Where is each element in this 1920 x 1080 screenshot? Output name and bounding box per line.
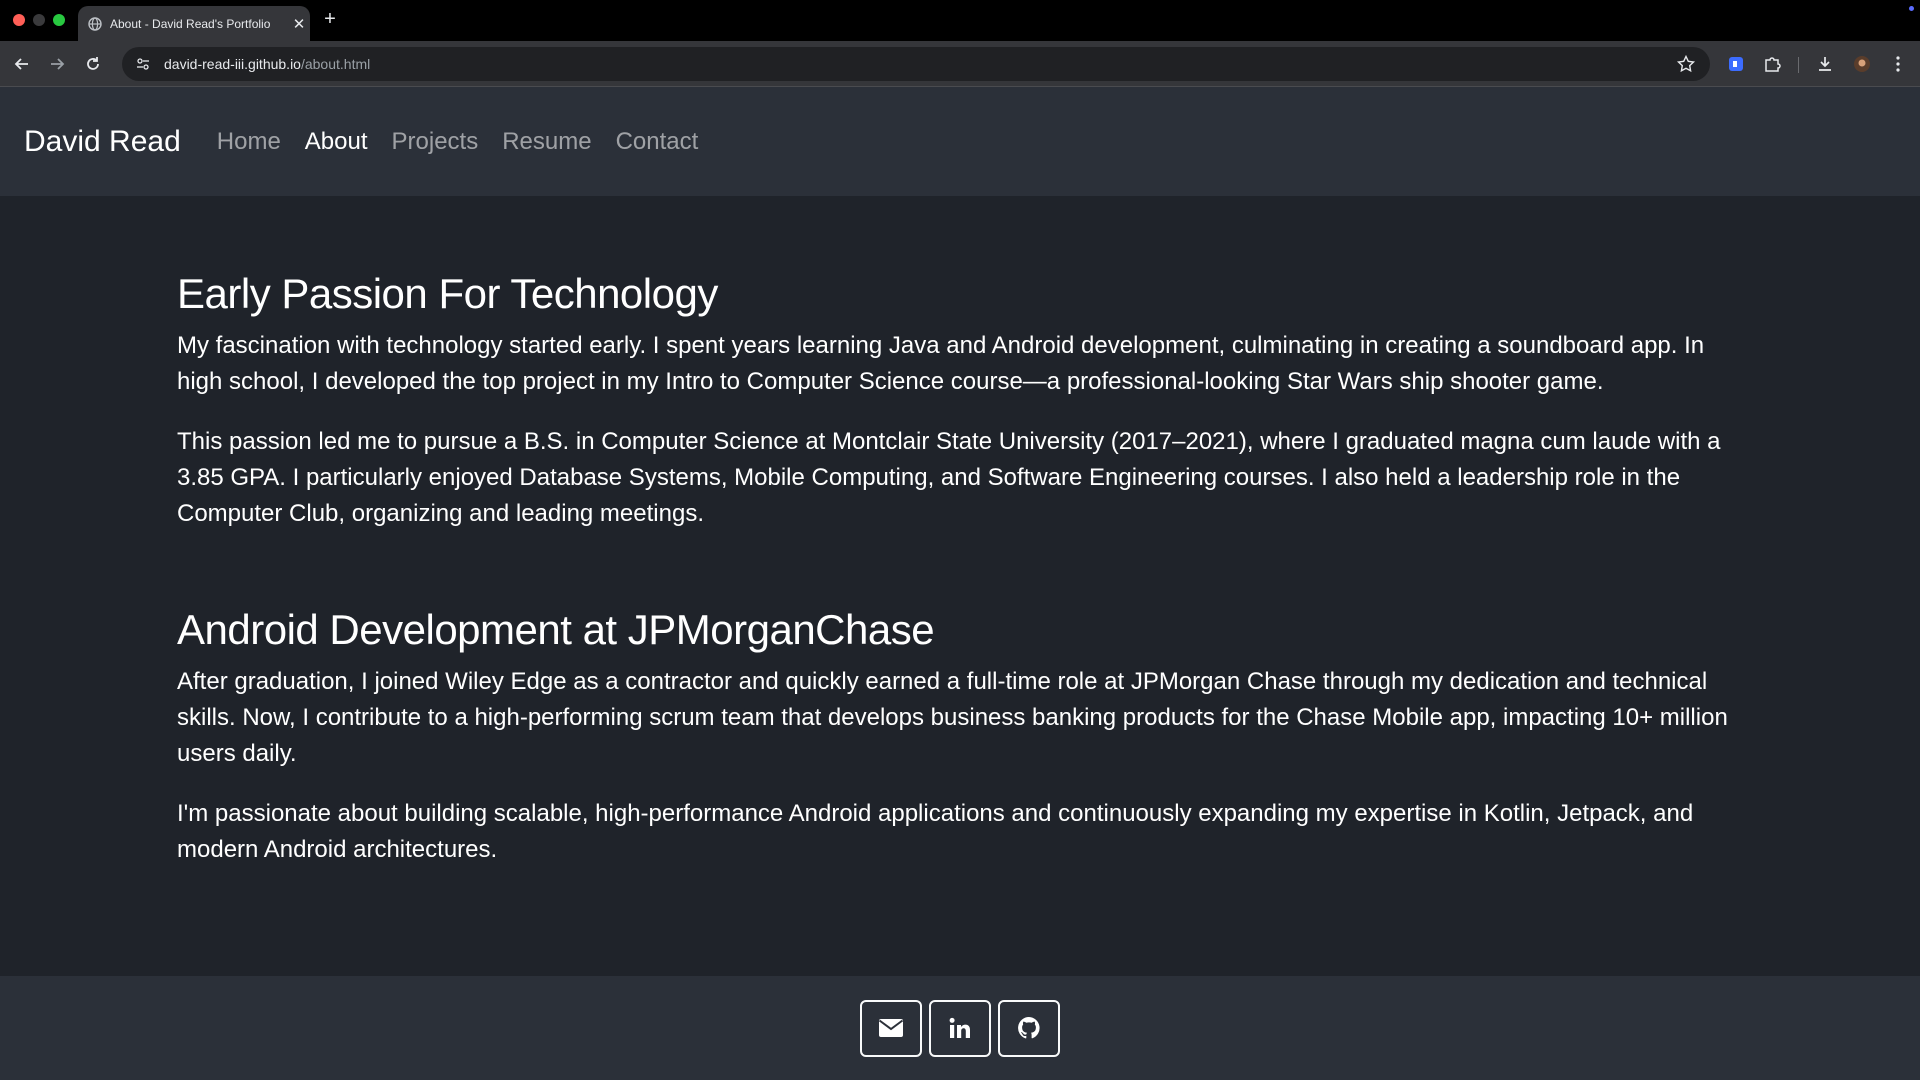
window-indicator-dot [1909, 6, 1914, 11]
section-paragraph: I'm passionate about building scalable, … [177, 800, 1694, 863]
back-button[interactable] [10, 52, 34, 76]
toolbar-separator [1798, 57, 1799, 73]
zoom-window-button[interactable] [53, 14, 65, 26]
site-footer [0, 976, 1920, 1080]
browser-tab-bar: About - David Read's Portfolio ✕ + [0, 0, 1920, 41]
nav-link-home[interactable]: Home [217, 128, 281, 156]
github-button[interactable] [998, 999, 1060, 1057]
browser-tab[interactable]: About - David Read's Portfolio ✕ [78, 6, 310, 41]
section-heading: Early Passion For Technology [177, 270, 718, 317]
downloads-icon[interactable] [1814, 53, 1836, 75]
linkedin-button[interactable] [929, 999, 991, 1057]
arrow-left-icon [14, 58, 28, 70]
forward-button[interactable] [45, 52, 69, 76]
site-navbar: David Read Home About Projects Resume Co… [0, 87, 1920, 196]
globe-icon [88, 16, 102, 31]
nav-link-resume[interactable]: Resume [502, 128, 591, 156]
site-settings-icon[interactable] [130, 51, 156, 77]
bookmark-star-icon[interactable] [1676, 54, 1696, 74]
nav-link-projects[interactable]: Projects [392, 128, 479, 156]
github-icon [1018, 1017, 1040, 1039]
section-android-development: Android Development at JPMorganChase Aft… [177, 606, 1743, 868]
main-content: Early Passion For Technology My fascinat… [177, 196, 1743, 892]
close-window-button[interactable] [13, 14, 25, 26]
site-brand[interactable]: David Read [24, 125, 181, 159]
url-host: david-read-iii.github.io [164, 56, 301, 72]
extension-shield-icon[interactable] [1725, 53, 1747, 75]
address-bar[interactable]: david-read-iii.github.io/about.html [122, 47, 1710, 81]
section-paragraph: After graduation, I joined Wiley Edge as… [177, 668, 1728, 767]
reload-button[interactable] [81, 52, 105, 76]
browser-toolbar: david-read-iii.github.io/about.html [0, 41, 1920, 87]
nav-link-about[interactable]: About [305, 128, 368, 156]
new-tab-button[interactable]: + [320, 8, 340, 32]
section-paragraph: My fascination with technology started e… [177, 332, 1705, 395]
reload-icon [87, 57, 99, 70]
email-button[interactable] [860, 999, 922, 1057]
envelope-icon [878, 1019, 904, 1037]
linkedin-icon [949, 1017, 970, 1038]
section-heading: Android Development at JPMorganChase [177, 606, 935, 653]
section-paragraph: This passion led me to pursue a B.S. in … [177, 428, 1721, 527]
extensions-puzzle-icon[interactable] [1761, 53, 1783, 75]
url-path: /about.html [300, 56, 371, 72]
arrow-right-icon [51, 58, 65, 70]
nav-link-contact[interactable]: Contact [616, 128, 699, 156]
profile-avatar[interactable] [1851, 53, 1873, 75]
minimize-window-button[interactable] [33, 14, 45, 26]
section-early-passion: Early Passion For Technology My fascinat… [177, 270, 1743, 532]
close-tab-icon[interactable]: ✕ [288, 15, 310, 33]
url-text: david-read-iii.github.io/about.html [164, 56, 370, 72]
browser-menu-icon[interactable] [1887, 53, 1909, 75]
tab-title: About - David Read's Portfolio [110, 16, 271, 31]
